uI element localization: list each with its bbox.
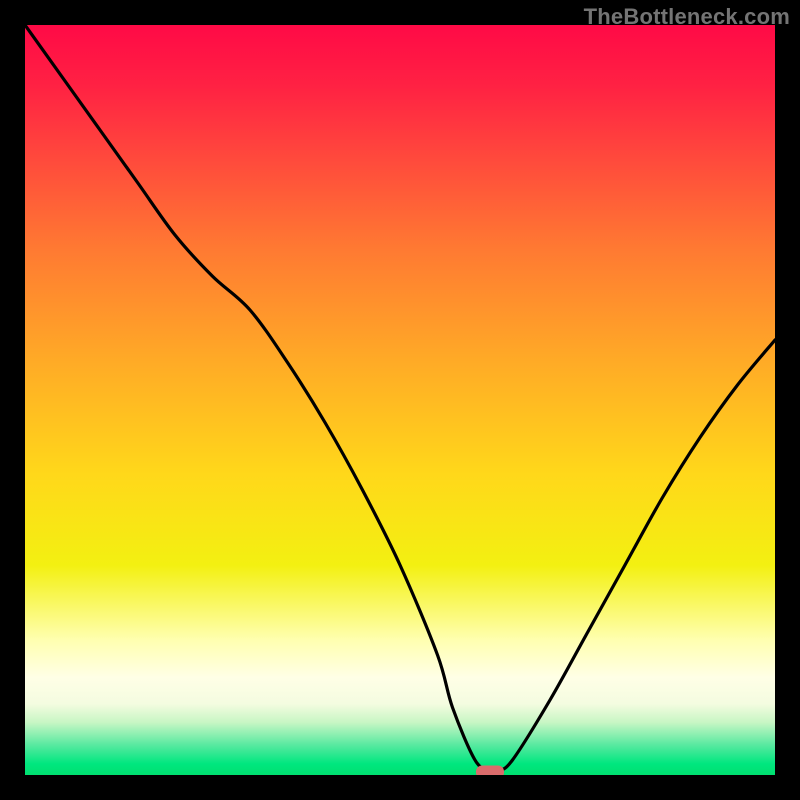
chart-frame: TheBottleneck.com (0, 0, 800, 800)
bottleneck-chart (25, 25, 775, 775)
gradient-background (25, 25, 775, 775)
optimal-marker (476, 766, 504, 776)
